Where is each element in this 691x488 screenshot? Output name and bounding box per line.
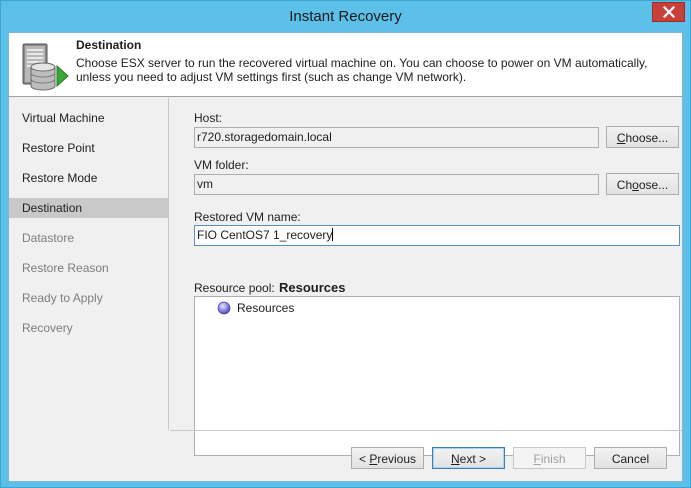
nav-item-virtual-machine[interactable]: Virtual Machine [9,108,169,128]
finish-button: Finish [513,447,586,469]
restored-vm-name-label: Restored VM name: [194,210,301,224]
dialog-window: Instant Recovery Destination Choose ESX … [0,0,691,488]
close-button[interactable] [652,2,685,22]
resource-pool-label: Resource pool: [194,281,275,295]
host-choose-button[interactable]: Choose... [606,126,679,148]
vm-folder-choose-button[interactable]: Choose... [606,173,679,195]
host-field[interactable]: r720.storagedomain.local [194,127,599,148]
tree-node-resources[interactable]: Resources [217,299,294,317]
nav-item-destination[interactable]: Destination [9,198,169,218]
resource-pool-value: Resources [279,280,346,295]
footer-divider [170,430,682,431]
server-database-icon [22,43,69,91]
window-title: Instant Recovery [289,8,402,25]
nav-item-restore-point[interactable]: Restore Point [9,138,169,158]
resource-pool-tree[interactable]: Resources [194,296,680,456]
wizard-header: Destination Choose ESX server to run the… [9,33,682,97]
next-button[interactable]: Next > [432,447,505,469]
title-bar[interactable]: Instant Recovery [1,1,690,32]
tree-node-label: Resources [237,301,295,315]
nav-item-datastore: Datastore [22,231,75,245]
previous-button[interactable]: < Previous [351,447,424,469]
text-caret [332,228,334,241]
destination-form: Host: r720.storagedomain.local Choose...… [170,98,682,456]
nav-item-ready-to-apply: Ready to Apply [22,291,103,305]
header-title: Destination [76,38,142,52]
host-label: Host: [194,111,223,125]
dialog-client-area: Destination Choose ESX server to run the… [8,32,683,482]
vm-folder-label: VM folder: [194,158,249,172]
nav-item-restore-reason: Restore Reason [22,261,109,275]
restored-vm-name-value: FIO CentOS7 1_recovery [197,228,333,242]
restored-vm-name-input[interactable]: FIO CentOS7 1_recovery [194,225,680,246]
wizard-steps-nav: Virtual Machine Restore Point Restore Mo… [9,98,169,430]
cancel-button[interactable]: Cancel [594,447,667,469]
close-icon [662,6,675,18]
nav-item-restore-mode[interactable]: Restore Mode [9,168,169,188]
resource-pool-icon [217,301,231,315]
nav-item-recovery: Recovery [22,321,73,335]
vm-folder-field[interactable]: vm [194,174,599,195]
header-description: Choose ESX server to run the recovered v… [76,56,648,84]
